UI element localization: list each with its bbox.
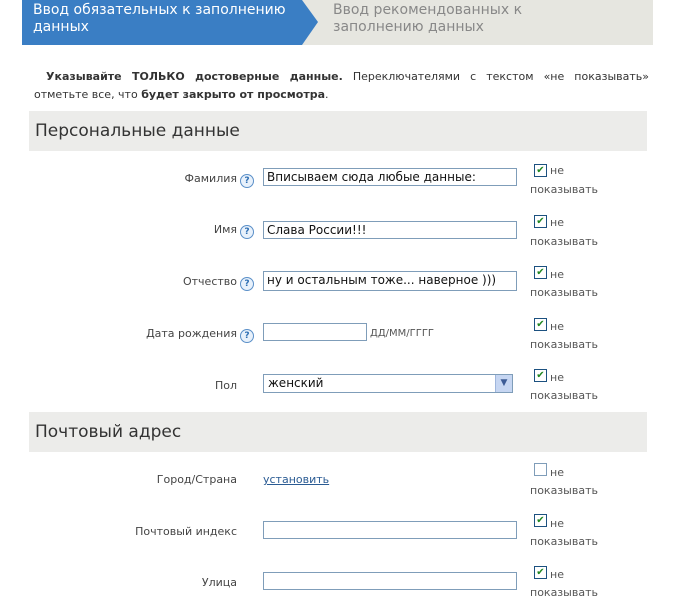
checkmark-icon: ✔ — [536, 165, 545, 176]
patronymic-label: Отчество — [182, 275, 237, 288]
birthdate-label: Дата рождения — [146, 327, 237, 340]
hide-street-label-1: не — [550, 568, 564, 581]
street-input[interactable] — [263, 572, 517, 590]
hide-patronymic-checkbox[interactable]: ✔ — [534, 266, 547, 279]
hide-city-checkbox[interactable] — [534, 463, 547, 476]
hide-zip-label-1: не — [550, 517, 564, 530]
intro-text: Указывайте ТОЛЬКО достоверные данные. Пе… — [34, 68, 649, 104]
hide-lastname-checkbox[interactable]: ✔ — [534, 164, 547, 177]
section-postal: Почтовый адрес — [29, 412, 647, 452]
hide-street-label-2: показывать — [530, 586, 598, 599]
hide-lastname-label-1: не — [550, 164, 564, 177]
checkmark-icon: ✔ — [536, 370, 545, 381]
hide-lastname-label-2: показывать — [530, 183, 598, 196]
lastname-label: Фамилия — [184, 172, 237, 185]
section-personal: Персональные данные — [29, 111, 647, 151]
chevron-down-icon[interactable]: ▼ — [495, 375, 512, 392]
question-circle-icon[interactable]: ? — [240, 225, 254, 239]
intro-bold-1: Указывайте ТОЛЬКО достоверные данные. — [46, 70, 343, 83]
hide-birthdate-label-2: показывать — [530, 338, 598, 351]
hide-zip-label-2: показывать — [530, 535, 598, 548]
checkmark-icon: ✔ — [536, 515, 545, 526]
section-title-personal: Персональные данные — [35, 121, 240, 141]
section-title-postal: Почтовый адрес — [35, 422, 182, 442]
hide-firstname-label-1: не — [550, 216, 564, 229]
lastname-input[interactable]: Вписываем сюда любые данные: — [263, 168, 517, 186]
gender-label: Пол — [214, 379, 237, 392]
patronymic-input[interactable]: ну и остальным тоже... наверное ))) — [263, 271, 517, 291]
checkmark-icon: ✔ — [536, 319, 545, 330]
question-circle-icon[interactable]: ? — [240, 329, 254, 343]
gender-selected-value: женский — [268, 376, 324, 390]
hide-patronymic-label-2: показывать — [530, 286, 598, 299]
tab-required-label[interactable]: Ввод обязательных к заполнению данных — [33, 2, 313, 36]
hide-birthdate-label-1: не — [550, 320, 564, 333]
checkmark-icon: ✔ — [536, 216, 545, 227]
street-label: Улица — [201, 576, 237, 589]
firstname-input[interactable]: Слава России!!! — [263, 221, 517, 239]
hide-birthdate-checkbox[interactable]: ✔ — [534, 318, 547, 331]
tab-recommended-label[interactable]: Ввод рекомендованных к заполнению данных — [333, 2, 613, 36]
question-circle-icon[interactable]: ? — [240, 174, 254, 188]
checkmark-icon: ✔ — [536, 267, 545, 278]
hide-gender-checkbox[interactable]: ✔ — [534, 369, 547, 382]
zip-label: Почтовый индекс — [135, 525, 237, 538]
question-circle-icon[interactable]: ? — [240, 277, 254, 291]
zip-input[interactable] — [263, 521, 517, 539]
hide-street-checkbox[interactable]: ✔ — [534, 566, 547, 579]
intro-bold-2: будет закрыто от просмотра — [141, 88, 326, 101]
hide-zip-checkbox[interactable]: ✔ — [534, 514, 547, 527]
hide-gender-label-1: не — [550, 371, 564, 384]
set-city-link[interactable]: установить — [263, 473, 329, 486]
gender-select[interactable]: женский ▼ — [263, 374, 513, 393]
hide-firstname-checkbox[interactable]: ✔ — [534, 215, 547, 228]
firstname-label: Имя — [213, 223, 237, 236]
intro-text-end: . — [325, 88, 329, 101]
hide-city-label-2: показывать — [530, 484, 598, 497]
checkmark-icon: ✔ — [536, 567, 545, 578]
city-label: Город/Страна — [156, 473, 237, 486]
hide-firstname-label-2: показывать — [530, 235, 598, 248]
hide-patronymic-label-1: не — [550, 268, 564, 281]
birthdate-format-hint: ДД/ММ/ГГГГ — [370, 328, 435, 339]
hide-gender-label-2: показывать — [530, 389, 598, 402]
hide-city-label-1: не — [550, 466, 564, 479]
birthdate-input[interactable] — [263, 323, 367, 341]
